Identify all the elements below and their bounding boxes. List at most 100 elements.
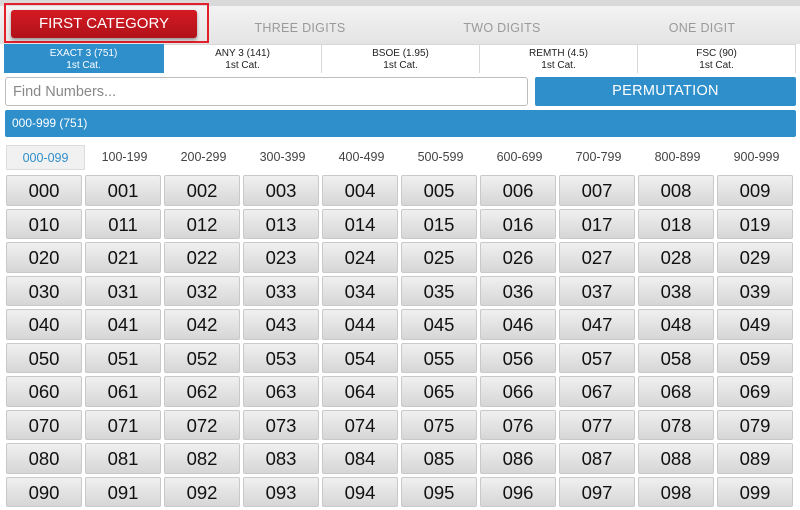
number-button[interactable]: 040 xyxy=(6,309,82,340)
number-button[interactable]: 025 xyxy=(401,242,477,273)
range-tab-700-799[interactable]: 700-799 xyxy=(559,145,638,170)
number-button[interactable]: 059 xyxy=(717,342,793,373)
number-button[interactable]: 080 xyxy=(6,443,82,474)
number-button[interactable]: 070 xyxy=(6,409,82,440)
number-button[interactable]: 057 xyxy=(559,342,635,373)
number-button[interactable]: 002 xyxy=(164,175,240,206)
number-button[interactable]: 020 xyxy=(6,242,82,273)
number-button[interactable]: 088 xyxy=(638,443,714,474)
number-button[interactable]: 074 xyxy=(322,409,398,440)
range-tab-000-099[interactable]: 000-099 xyxy=(6,145,85,170)
number-button[interactable]: 063 xyxy=(243,376,319,407)
number-button[interactable]: 093 xyxy=(243,476,319,507)
number-button[interactable]: 092 xyxy=(164,476,240,507)
number-button[interactable]: 039 xyxy=(717,275,793,306)
range-tab-300-399[interactable]: 300-399 xyxy=(243,145,322,170)
number-button[interactable]: 023 xyxy=(243,242,319,273)
number-button[interactable]: 018 xyxy=(638,208,714,239)
number-button[interactable]: 030 xyxy=(6,275,82,306)
number-button[interactable]: 095 xyxy=(401,476,477,507)
number-button[interactable]: 083 xyxy=(243,443,319,474)
number-button[interactable]: 031 xyxy=(85,275,161,306)
number-button[interactable]: 017 xyxy=(559,208,635,239)
range-tab-900-999[interactable]: 900-999 xyxy=(717,145,796,170)
number-button[interactable]: 049 xyxy=(717,309,793,340)
number-button[interactable]: 077 xyxy=(559,409,635,440)
number-button[interactable]: 067 xyxy=(559,376,635,407)
tab-one-digit[interactable]: ONE DIGIT xyxy=(632,14,772,42)
number-button[interactable]: 066 xyxy=(480,376,556,407)
subtab-any-3[interactable]: ANY 3 (141) 1st Cat. xyxy=(164,44,322,73)
tab-two-digits[interactable]: TWO DIGITS xyxy=(432,14,572,42)
number-button[interactable]: 076 xyxy=(480,409,556,440)
range-tab-200-299[interactable]: 200-299 xyxy=(164,145,243,170)
number-button[interactable]: 047 xyxy=(559,309,635,340)
number-button[interactable]: 001 xyxy=(85,175,161,206)
number-button[interactable]: 097 xyxy=(559,476,635,507)
range-tab-500-599[interactable]: 500-599 xyxy=(401,145,480,170)
number-button[interactable]: 068 xyxy=(638,376,714,407)
tab-three-digits[interactable]: THREE DIGITS xyxy=(230,14,370,42)
range-tab-400-499[interactable]: 400-499 xyxy=(322,145,401,170)
number-button[interactable]: 032 xyxy=(164,275,240,306)
number-button[interactable]: 054 xyxy=(322,342,398,373)
number-button[interactable]: 072 xyxy=(164,409,240,440)
range-tab-100-199[interactable]: 100-199 xyxy=(85,145,164,170)
number-button[interactable]: 087 xyxy=(559,443,635,474)
number-button[interactable]: 055 xyxy=(401,342,477,373)
number-button[interactable]: 014 xyxy=(322,208,398,239)
number-button[interactable]: 045 xyxy=(401,309,477,340)
number-button[interactable]: 053 xyxy=(243,342,319,373)
range-tab-800-899[interactable]: 800-899 xyxy=(638,145,717,170)
number-button[interactable]: 099 xyxy=(717,476,793,507)
number-button[interactable]: 096 xyxy=(480,476,556,507)
number-button[interactable]: 071 xyxy=(85,409,161,440)
number-button[interactable]: 079 xyxy=(717,409,793,440)
number-button[interactable]: 009 xyxy=(717,175,793,206)
number-button[interactable]: 006 xyxy=(480,175,556,206)
number-button[interactable]: 012 xyxy=(164,208,240,239)
number-button[interactable]: 061 xyxy=(85,376,161,407)
number-button[interactable]: 075 xyxy=(401,409,477,440)
number-button[interactable]: 028 xyxy=(638,242,714,273)
subtab-bsoe[interactable]: BSOE (1.95) 1st Cat. xyxy=(322,44,480,73)
number-button[interactable]: 073 xyxy=(243,409,319,440)
number-button[interactable]: 082 xyxy=(164,443,240,474)
number-button[interactable]: 078 xyxy=(638,409,714,440)
number-button[interactable]: 056 xyxy=(480,342,556,373)
number-button[interactable]: 010 xyxy=(6,208,82,239)
number-button[interactable]: 036 xyxy=(480,275,556,306)
number-button[interactable]: 016 xyxy=(480,208,556,239)
subtab-exact-3[interactable]: EXACT 3 (751) 1st Cat. xyxy=(4,44,164,73)
number-button[interactable]: 052 xyxy=(164,342,240,373)
number-button[interactable]: 090 xyxy=(6,476,82,507)
number-button[interactable]: 046 xyxy=(480,309,556,340)
number-button[interactable]: 084 xyxy=(322,443,398,474)
tab-first-category[interactable]: FIRST CATEGORY xyxy=(11,10,197,38)
number-button[interactable]: 024 xyxy=(322,242,398,273)
number-button[interactable]: 062 xyxy=(164,376,240,407)
number-button[interactable]: 081 xyxy=(85,443,161,474)
number-button[interactable]: 043 xyxy=(243,309,319,340)
number-button[interactable]: 035 xyxy=(401,275,477,306)
number-button[interactable]: 021 xyxy=(85,242,161,273)
number-button[interactable]: 094 xyxy=(322,476,398,507)
number-button[interactable]: 064 xyxy=(322,376,398,407)
number-button[interactable]: 044 xyxy=(322,309,398,340)
number-button[interactable]: 050 xyxy=(6,342,82,373)
number-button[interactable]: 019 xyxy=(717,208,793,239)
number-button[interactable]: 060 xyxy=(6,376,82,407)
number-button[interactable]: 051 xyxy=(85,342,161,373)
number-button[interactable]: 029 xyxy=(717,242,793,273)
number-button[interactable]: 069 xyxy=(717,376,793,407)
number-button[interactable]: 008 xyxy=(638,175,714,206)
number-button[interactable]: 000 xyxy=(6,175,82,206)
number-button[interactable]: 027 xyxy=(559,242,635,273)
number-button[interactable]: 065 xyxy=(401,376,477,407)
number-button[interactable]: 026 xyxy=(480,242,556,273)
number-button[interactable]: 034 xyxy=(322,275,398,306)
number-button[interactable]: 033 xyxy=(243,275,319,306)
number-button[interactable]: 013 xyxy=(243,208,319,239)
number-button[interactable]: 089 xyxy=(717,443,793,474)
number-button[interactable]: 058 xyxy=(638,342,714,373)
